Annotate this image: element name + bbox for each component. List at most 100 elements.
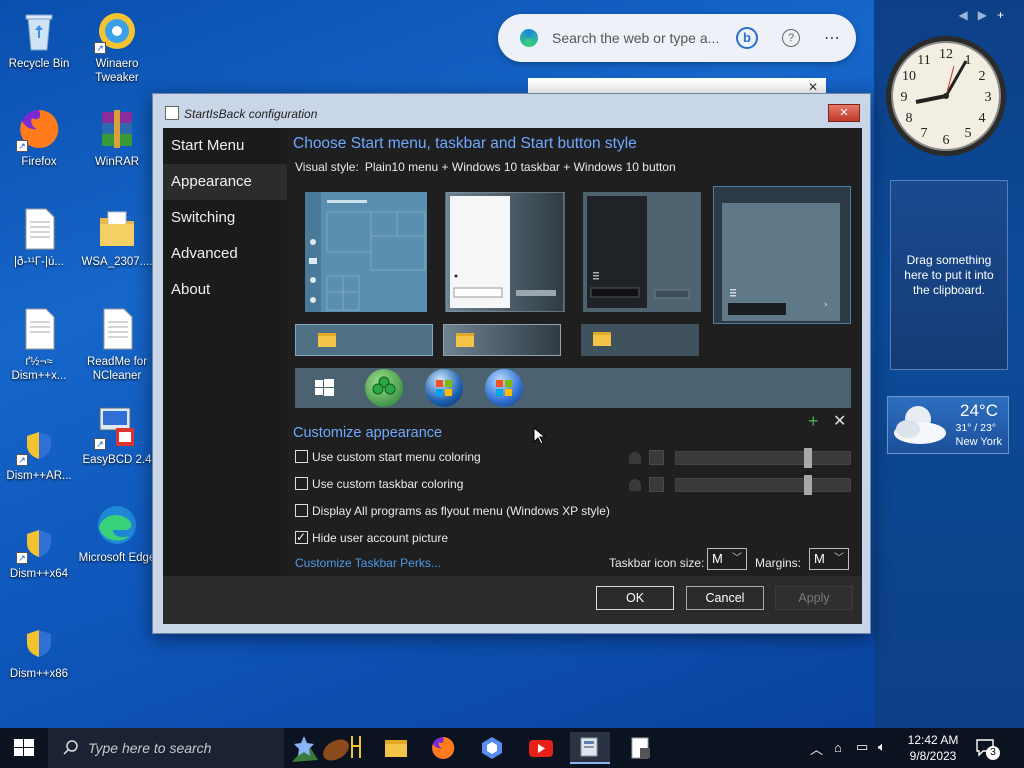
taskbar-startisback-config[interactable] xyxy=(570,732,610,764)
more-options-icon[interactable]: ⋯ xyxy=(824,28,840,48)
web-search-bar[interactable]: Search the web or type a... b ? ⋯ xyxy=(498,14,856,62)
desktop-icon-wsa-folder[interactable]: WSA_2307.... xyxy=(78,206,156,269)
desktop-icon-text-file[interactable]: |ð-¹¹Г-|ú... xyxy=(0,206,78,269)
taskbar-icon-size-select[interactable]: M ﹀ xyxy=(707,548,747,570)
slider-handle[interactable] xyxy=(804,475,812,495)
taskbar-firefox[interactable] xyxy=(423,732,463,764)
checkbox-flyout-menu[interactable] xyxy=(295,504,308,517)
volume-muted-icon[interactable]: 🔈︎ xyxy=(878,739,886,755)
taskbar-youtube[interactable] xyxy=(521,732,561,764)
svg-text:10: 10 xyxy=(902,69,916,84)
add-gadget-icon[interactable]: + xyxy=(997,8,1014,22)
desktop-icon-easybcd[interactable]: ↗ EasyBCD 2.4 xyxy=(78,404,156,467)
taskbar-app-document[interactable] xyxy=(620,732,660,764)
prev-icon[interactable]: ◀ xyxy=(959,8,978,22)
title-bar[interactable]: StartIsBack configuration ✕ xyxy=(153,94,870,124)
taskbar-color-swatch[interactable] xyxy=(649,477,664,492)
svg-text:12: 12 xyxy=(939,47,953,62)
app-icon xyxy=(165,106,179,120)
sidebar-item-advanced[interactable]: Advanced xyxy=(163,236,287,272)
taskbar-icon-size-label: Taskbar icon size: xyxy=(609,556,705,570)
checkbox-taskbar-coloring[interactable] xyxy=(295,477,308,490)
visual-style-label: Visual style: xyxy=(295,160,359,174)
ethernet-icon[interactable]: ▭ xyxy=(856,739,868,755)
margins-select[interactable]: M ﹀ xyxy=(809,548,849,570)
menu-style-thumb-1[interactable] xyxy=(305,192,427,312)
desktop-icon-firefox[interactable]: ↗ Firefox xyxy=(0,106,78,169)
sidebar-item-switching[interactable]: Switching xyxy=(163,200,287,236)
close-icon[interactable]: ✕ xyxy=(833,411,846,431)
start-menu-color-swatch[interactable] xyxy=(649,450,664,465)
copilot-icon xyxy=(482,737,502,759)
desktop-icon-recycle-bin[interactable]: Recycle Bin xyxy=(0,8,78,71)
desktop-icon-dism-x86[interactable]: Dism++x86 xyxy=(0,618,78,681)
checkbox-hide-account-picture[interactable] xyxy=(295,530,308,544)
svg-text:3: 3 xyxy=(985,90,992,105)
menu-style-thumb-4-selected[interactable]: › xyxy=(713,186,851,324)
desktop-icon-winrar[interactable]: WinRAR xyxy=(78,106,156,169)
clock-gadget[interactable]: 12 1 2 345 678 9 10 11 xyxy=(884,34,1008,158)
shortcut-arrow-icon: ↗ xyxy=(16,454,28,466)
customize-taskbar-perks-link[interactable]: Customize Taskbar Perks... xyxy=(295,556,441,570)
network-icon[interactable]: ⌂ xyxy=(834,740,842,755)
lock-icon xyxy=(629,452,641,464)
close-button[interactable]: ✕ xyxy=(828,104,860,122)
sidebar-item-about[interactable]: About xyxy=(163,272,287,308)
desktop-icon-label: Dism++x86 xyxy=(9,668,69,680)
clover-button-icon[interactable] xyxy=(365,369,403,407)
taskbar-copilot[interactable] xyxy=(472,732,512,764)
windows-logo-icon xyxy=(14,739,34,756)
windows7-orb-icon[interactable] xyxy=(425,369,463,407)
option-flyout-menu[interactable]: Display All programs as flyout menu (Win… xyxy=(295,504,610,520)
folder-icon xyxy=(456,333,474,347)
taskbar-search[interactable]: Type here to search xyxy=(48,728,284,768)
option-custom-start-menu-coloring[interactable]: Use custom start menu coloring xyxy=(295,450,481,466)
option-hide-account-picture[interactable]: Hide user account picture xyxy=(295,530,448,547)
next-icon[interactable]: ▶ xyxy=(978,8,997,22)
option-custom-taskbar-coloring[interactable]: Use custom taskbar coloring xyxy=(295,477,463,493)
svg-text:5: 5 xyxy=(965,126,972,141)
edge-icon xyxy=(520,29,538,47)
start-button[interactable] xyxy=(0,728,48,768)
menu-style-thumb-2[interactable] xyxy=(444,192,566,312)
slider-handle[interactable] xyxy=(804,448,812,468)
desktop-icon-microsoft-edge[interactable]: Microsoft Edge xyxy=(78,502,156,565)
sidebar-item-appearance[interactable]: Appearance xyxy=(163,164,287,200)
desktop-icon-dism-x64[interactable]: ↗ Dism++x64 xyxy=(0,518,78,581)
taskbar-file-explorer[interactable] xyxy=(375,732,415,764)
desktop-icon-winaero-tweaker[interactable]: ↗ Winaero Tweaker xyxy=(78,8,156,85)
add-icon[interactable]: + xyxy=(808,411,819,432)
start-menu-transparency-slider[interactable] xyxy=(675,448,851,468)
taskbar-style-thumb-2[interactable] xyxy=(443,324,561,356)
menu-style-thumb-3[interactable] xyxy=(581,192,703,312)
bing-icon[interactable]: b xyxy=(736,27,758,49)
ok-button[interactable]: OK xyxy=(596,586,674,610)
margins-label: Margins: xyxy=(755,556,802,570)
sidebar-item-start-menu[interactable]: Start Menu xyxy=(163,128,287,164)
text-file-icon xyxy=(94,306,140,352)
notification-count-badge: 3 xyxy=(986,746,1000,760)
desktop-icon-readme[interactable]: ReadMe for NCleaner xyxy=(78,306,156,383)
weather-gadget[interactable]: 24°C 31° / 23° New York xyxy=(887,396,1009,454)
help-icon[interactable]: ? xyxy=(782,29,800,47)
desktop-icon-label: Microsoft Edge xyxy=(78,552,156,564)
taskbar-clock[interactable]: 12:42 AM 9/8/2023 xyxy=(900,732,966,764)
notification-center-button[interactable]: 3 xyxy=(974,736,1000,760)
apply-button[interactable]: Apply xyxy=(775,586,853,610)
clipboard-gadget[interactable]: Drag something here to put it into the c… xyxy=(890,180,1008,370)
taskbar-transparency-slider[interactable] xyxy=(675,475,851,495)
folder-icon xyxy=(593,332,611,346)
vista-orb-icon[interactable] xyxy=(485,369,523,407)
desktop-icon-dism-ar[interactable]: ↗ Dism++AR... xyxy=(0,420,78,483)
checkbox-start-menu-coloring[interactable] xyxy=(295,450,308,463)
taskbar-style-thumb-1-selected[interactable] xyxy=(295,324,433,356)
customize-heading: Customize appearance xyxy=(293,425,443,441)
chevron-up-icon[interactable]: ︿ xyxy=(810,739,823,758)
windows10-button-icon[interactable] xyxy=(305,369,343,407)
taskbar-date: 9/8/2023 xyxy=(909,749,957,763)
taskbar-widget-football[interactable] xyxy=(290,732,368,764)
cancel-button[interactable]: Cancel xyxy=(686,586,764,610)
desktop-icon-text-file-2[interactable]: ґ½¬≈ Dism++x... xyxy=(0,306,78,383)
taskbar-style-thumb-3[interactable] xyxy=(581,324,699,356)
desktop-icon-label: WinRAR xyxy=(94,156,140,168)
